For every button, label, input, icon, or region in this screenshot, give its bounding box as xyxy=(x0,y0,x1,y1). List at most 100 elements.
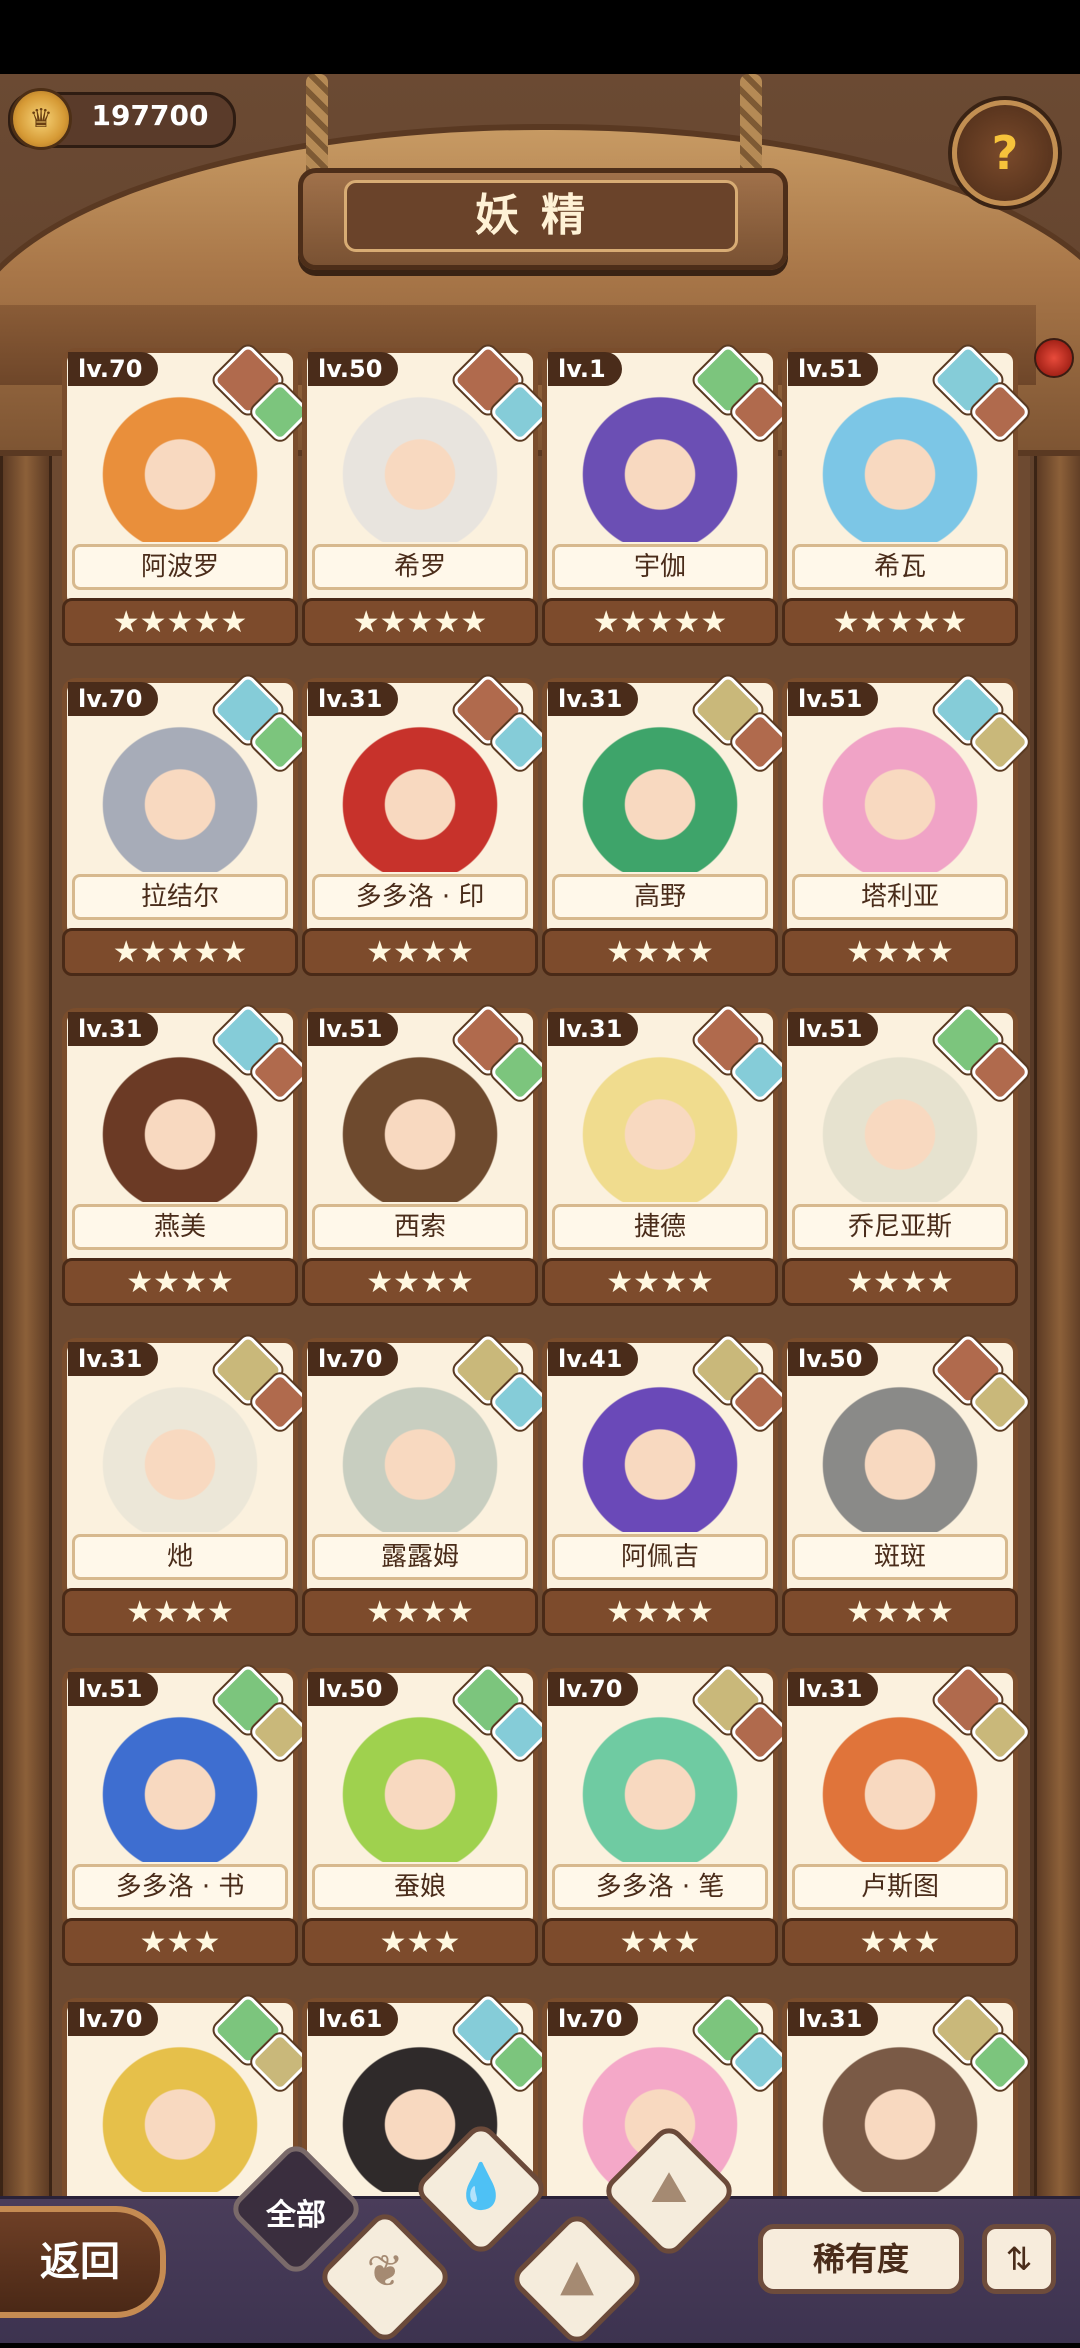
fairy-name: 希瓦 xyxy=(792,544,1008,590)
fairy-card[interactable]: lv.31 多多洛 · 印 ★★★★ xyxy=(302,673,552,978)
fairy-card[interactable]: lv.41 阿佩吉 ★★★★ xyxy=(542,1333,792,1638)
fairy-portrait xyxy=(88,1382,272,1532)
fairy-level: lv.50 xyxy=(788,1342,879,1376)
star-rating: ★★★★ xyxy=(542,1258,778,1306)
fairy-level: lv.41 xyxy=(548,1342,639,1376)
fairy-name: 宇伽 xyxy=(552,544,768,590)
fairy-level: lv.51 xyxy=(788,352,879,386)
rarity-sort-button[interactable]: 稀有度 xyxy=(758,2224,964,2294)
fairy-card[interactable]: lv.1 宇伽 ★★★★★ xyxy=(542,343,792,648)
fairy-level: lv.50 xyxy=(308,352,399,386)
fairy-portrait xyxy=(88,2042,272,2192)
fairy-card[interactable]: lv.50 希罗 ★★★★★ xyxy=(302,343,552,648)
fairy-card[interactable]: lv.70 多多洛 · 笔 ★★★ xyxy=(542,1663,792,1968)
fairy-card[interactable]: lv.31 卢斯图 ★★★ xyxy=(782,1663,1032,1968)
fairy-name: 卢斯图 xyxy=(792,1864,1008,1910)
fairy-portrait xyxy=(328,1382,512,1532)
fairy-card[interactable]: lv.70 阿波罗 ★★★★★ xyxy=(62,343,312,648)
star-rating: ★★★★ xyxy=(62,1588,298,1636)
star-rating: ★★★★ xyxy=(782,1258,1018,1306)
star-rating: ★★★★ xyxy=(782,928,1018,976)
fairy-portrait xyxy=(568,1052,752,1202)
fairy-card[interactable]: lv.70 露露姆 ★★★★ xyxy=(302,1333,552,1638)
fairy-portrait xyxy=(328,722,512,872)
fairy-portrait xyxy=(88,1712,272,1862)
fairy-portrait xyxy=(328,392,512,542)
filter-all-label: 全部 xyxy=(266,2198,326,2233)
fairy-card[interactable]: lv.70 拉结尔 ★★★★★ xyxy=(62,673,312,978)
fairy-card[interactable]: lv.31 捷德 ★★★★ xyxy=(542,1003,792,1308)
fairy-level: lv.31 xyxy=(788,1672,879,1706)
fairy-card[interactable]: lv.31 燕美 ★★★★ xyxy=(62,1003,312,1308)
fairy-level: lv.31 xyxy=(308,682,399,716)
fairy-portrait xyxy=(568,1712,752,1862)
fairy-portrait xyxy=(568,722,752,872)
star-rating: ★★★★ xyxy=(542,1588,778,1636)
coin-value: 197700 xyxy=(91,99,209,132)
fairy-portrait xyxy=(808,1382,992,1532)
mountain-icon: ▲ xyxy=(560,2250,594,2301)
fairy-level: lv.31 xyxy=(788,2002,879,2036)
star-rating: ★★★★ xyxy=(302,1258,538,1306)
back-button[interactable]: 返回 xyxy=(0,2206,166,2318)
fairy-portrait xyxy=(808,2042,992,2192)
fairy-name: 露露姆 xyxy=(312,1534,528,1580)
fairy-card[interactable]: lv.31 灺 ★★★★ xyxy=(62,1333,312,1638)
fairy-portrait xyxy=(328,1052,512,1202)
fairy-level: lv.70 xyxy=(548,2002,639,2036)
star-rating: ★★★★★ xyxy=(302,598,538,646)
fairy-level: lv.31 xyxy=(68,1342,159,1376)
star-rating: ★★★★ xyxy=(302,1588,538,1636)
right-pillar xyxy=(1034,324,1080,2340)
star-rating: ★★★ xyxy=(782,1918,1018,1966)
fairy-portrait xyxy=(88,722,272,872)
fairy-card[interactable]: lv.51 塔利亚 ★★★★ xyxy=(782,673,1032,978)
fairy-portrait xyxy=(568,1382,752,1532)
fairy-portrait xyxy=(808,1052,992,1202)
fairy-level: lv.51 xyxy=(68,1672,159,1706)
fairy-name: 阿佩吉 xyxy=(552,1534,768,1580)
sort-order-button[interactable]: ⇅ xyxy=(982,2224,1056,2294)
star-rating: ★★★★★ xyxy=(542,598,778,646)
star-rating: ★★★★★ xyxy=(62,598,298,646)
sort-order-icon: ⇅ xyxy=(1005,2240,1033,2278)
fairy-name: 斑斑 xyxy=(792,1534,1008,1580)
star-rating: ★★★★ xyxy=(62,1258,298,1306)
page-title: 妖精 xyxy=(344,180,738,252)
help-button[interactable]: ? xyxy=(952,100,1058,206)
star-rating: ★★★★★ xyxy=(782,598,1018,646)
star-rating: ★★★ xyxy=(62,1918,298,1966)
fairy-card[interactable]: lv.50 蚕娘 ★★★ xyxy=(302,1663,552,1968)
star-rating: ★★★ xyxy=(542,1918,778,1966)
fairy-name: 塔利亚 xyxy=(792,874,1008,920)
fairy-name: 多多洛 · 笔 xyxy=(552,1864,768,1910)
fairy-level: lv.70 xyxy=(308,1342,399,1376)
fairy-card[interactable]: lv.51 多多洛 · 书 ★★★ xyxy=(62,1663,312,1968)
fairy-level: lv.70 xyxy=(68,2002,159,2036)
volcano-icon: ⛰ xyxy=(650,2162,688,2213)
fairy-card[interactable]: lv.51 乔尼亚斯 ★★★★ xyxy=(782,1003,1032,1308)
fairy-name: 燕美 xyxy=(72,1204,288,1250)
left-pillar xyxy=(0,324,52,2340)
fairy-card[interactable]: lv.51 西索 ★★★★ xyxy=(302,1003,552,1308)
fairy-portrait xyxy=(808,392,992,542)
fairy-level: lv.51 xyxy=(308,1012,399,1046)
fairy-level: lv.70 xyxy=(68,682,159,716)
ladybug-icon xyxy=(1034,338,1074,378)
fairy-card[interactable]: lv.50 斑斑 ★★★★ xyxy=(782,1333,1032,1638)
fairy-portrait xyxy=(568,392,752,542)
star-rating: ★★★ xyxy=(302,1918,538,1966)
question-mark-icon: ? xyxy=(991,126,1019,180)
star-rating: ★★★★ xyxy=(782,1588,1018,1636)
fairy-name: 捷德 xyxy=(552,1204,768,1250)
fairy-name: 拉结尔 xyxy=(72,874,288,920)
fairy-card[interactable]: lv.31 高野 ★★★★ xyxy=(542,673,792,978)
fairy-level: lv.50 xyxy=(308,1672,399,1706)
fairy-name: 希罗 xyxy=(312,544,528,590)
fairy-name: 蚕娘 xyxy=(312,1864,528,1910)
fairy-name: 乔尼亚斯 xyxy=(792,1204,1008,1250)
fairy-level: lv.31 xyxy=(548,682,639,716)
fairy-card[interactable]: lv.51 希瓦 ★★★★★ xyxy=(782,343,1032,648)
fairy-level: lv.61 xyxy=(308,2002,399,2036)
fairy-name: 阿波罗 xyxy=(72,544,288,590)
